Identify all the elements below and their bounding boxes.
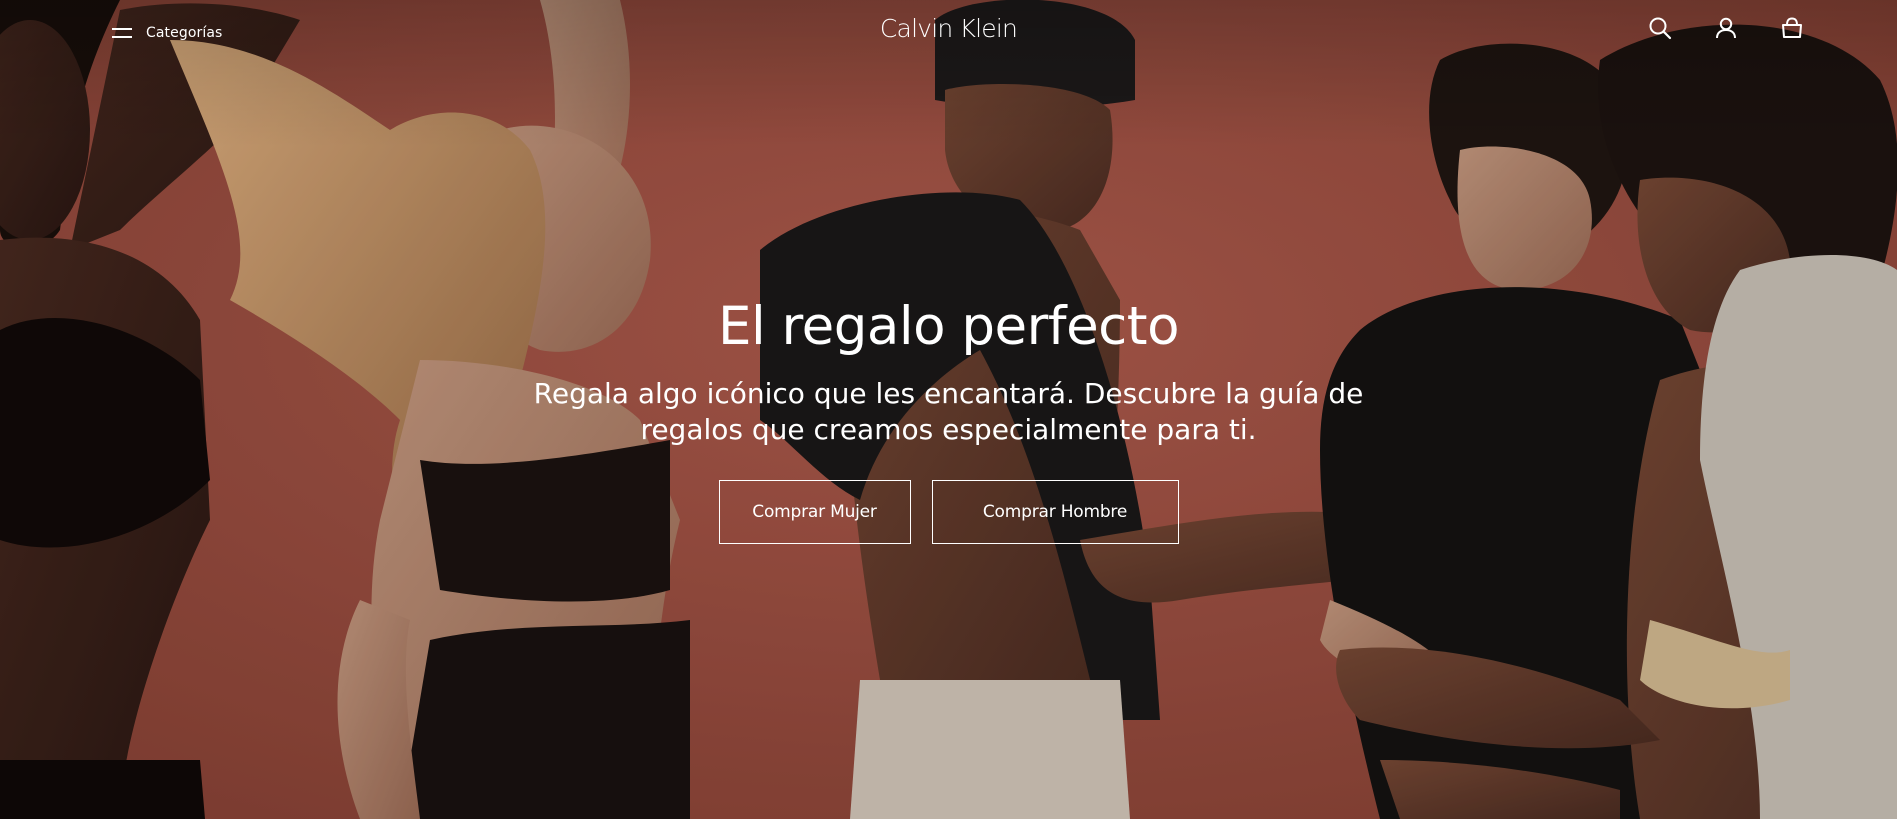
account-icon[interactable]	[1714, 16, 1738, 40]
hero-subtitle: Regala algo icónico que les encantará. D…	[533, 377, 1364, 446]
hero-banner: Categorías Calvin Klein El regalo perfec…	[0, 0, 1897, 819]
search-icon[interactable]	[1648, 16, 1672, 40]
cta-row: Comprar Mujer Comprar Hombre	[0, 480, 1897, 544]
utility-icons	[1648, 16, 1804, 40]
shop-women-button[interactable]: Comprar Mujer	[718, 480, 911, 544]
brand-logo-container: Calvin Klein	[0, 14, 1897, 43]
shop-men-button[interactable]: Comprar Hombre	[931, 480, 1179, 544]
hero-content: El regalo perfecto Regala algo icónico q…	[0, 292, 1897, 544]
brand-logo[interactable]: Calvin Klein	[880, 14, 1018, 43]
top-navigation: Categorías Calvin Klein	[0, 0, 1897, 64]
bag-icon[interactable]	[1780, 16, 1804, 40]
hero-title: El regalo perfecto	[717, 296, 1180, 357]
